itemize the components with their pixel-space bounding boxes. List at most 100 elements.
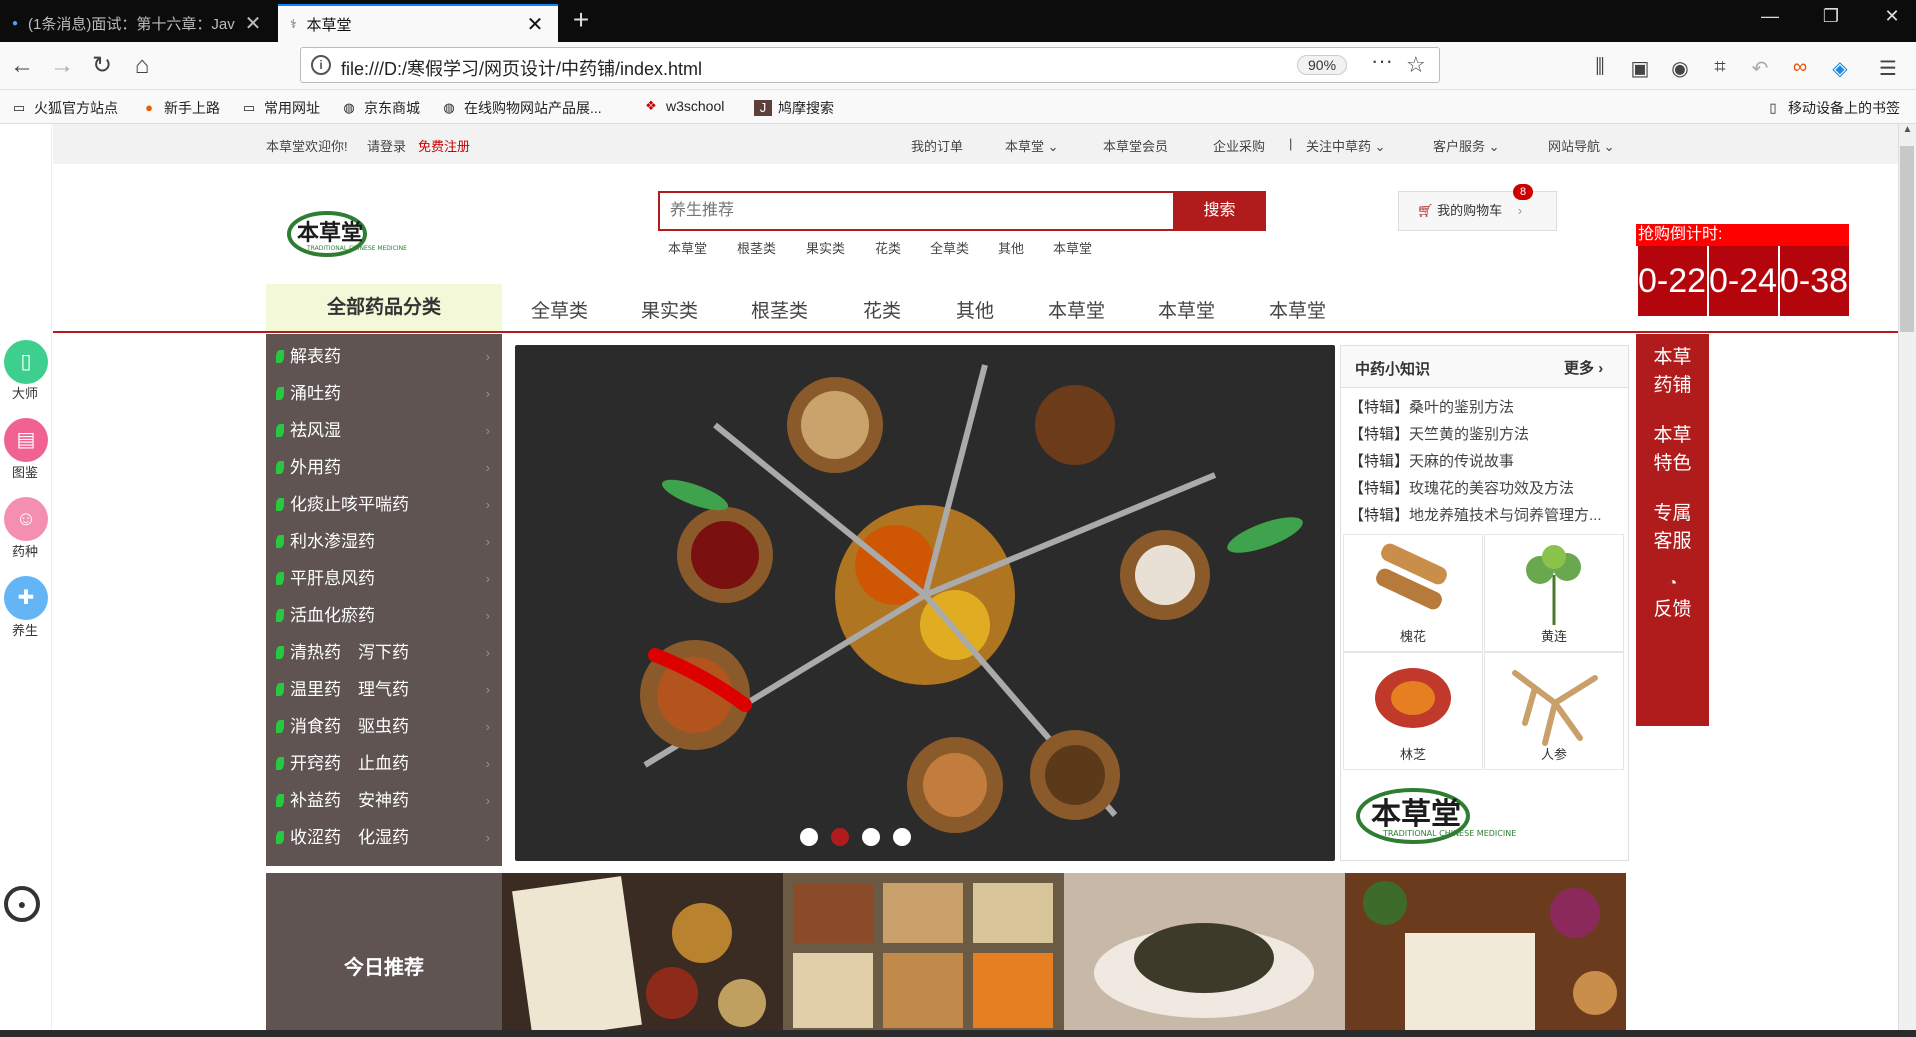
category-item[interactable]: 利水渗湿药 › bbox=[266, 523, 502, 560]
category-item[interactable]: 活血化瘀药 › bbox=[266, 597, 502, 634]
register-link[interactable]: 免费注册 bbox=[418, 136, 470, 155]
settings-dial-icon[interactable]: ● bbox=[4, 886, 40, 922]
cart-button[interactable]: 🛒︎ 我的购物车 › bbox=[1398, 191, 1557, 231]
master-icon[interactable]: ▯ bbox=[4, 340, 48, 384]
reload-icon[interactable]: ↻ bbox=[86, 50, 118, 82]
restore-icon[interactable]: ❐ bbox=[1811, 6, 1851, 27]
bookmark-item[interactable]: ▭ 常用网址 bbox=[240, 98, 320, 118]
scroll-up-icon[interactable]: ▲ bbox=[1898, 124, 1916, 146]
bookmark-item[interactable]: ◍ 在线购物网站产品展... bbox=[440, 98, 601, 118]
search-input[interactable] bbox=[660, 193, 1176, 229]
carousel-dot[interactable] bbox=[800, 828, 818, 846]
hot-link[interactable]: 其他 bbox=[998, 238, 1024, 257]
bookmark-item[interactable]: ▭ 火狐官方站点 bbox=[10, 98, 118, 118]
category-item[interactable]: 清热药 泻下药 › bbox=[266, 634, 502, 671]
minimize-icon[interactable]: — bbox=[1750, 6, 1790, 27]
close-window-icon[interactable]: ✕ bbox=[1872, 6, 1912, 27]
bencao-menu[interactable]: 本草堂 ⌄ bbox=[1005, 136, 1059, 155]
recommend-image[interactable] bbox=[783, 873, 1064, 1037]
carousel-dot[interactable] bbox=[862, 828, 880, 846]
recommend-image[interactable] bbox=[1064, 873, 1345, 1037]
sidebar-toggle-icon[interactable]: ▣ bbox=[1626, 56, 1654, 81]
recommend-image[interactable] bbox=[1345, 873, 1626, 1037]
scrollbar-thumb[interactable] bbox=[1900, 146, 1914, 332]
category-item[interactable]: 收涩药 化湿药 › bbox=[266, 819, 502, 856]
health-icon[interactable]: ✚ bbox=[4, 576, 48, 620]
category-item[interactable]: 外用药 › bbox=[266, 449, 502, 486]
url-text[interactable]: file:///D:/寒假学习/网页设计/中药铺/index.html bbox=[341, 55, 702, 81]
knowledge-item[interactable]: 【特辑】天竺黄的鉴别方法 bbox=[1349, 423, 1621, 444]
quick-link-feedback[interactable]: 反馈 bbox=[1636, 596, 1709, 624]
forward-icon[interactable]: → bbox=[46, 50, 78, 82]
account-icon[interactable]: ◉ bbox=[1666, 56, 1694, 81]
close-tab-icon[interactable]: ✕ bbox=[242, 11, 264, 36]
member-link[interactable]: 本草堂会员 bbox=[1103, 136, 1168, 155]
nav-item[interactable]: 果实类 bbox=[641, 296, 698, 323]
nav-item[interactable]: 根茎类 bbox=[751, 296, 808, 323]
bookmark-item[interactable]: ❖ w3school bbox=[642, 98, 724, 114]
orders-link[interactable]: 我的订单 bbox=[911, 136, 963, 155]
extension-icon[interactable]: ∞ bbox=[1786, 56, 1814, 79]
bookmark-item[interactable]: ● 新手上路 bbox=[140, 98, 220, 118]
category-item[interactable]: 补益药 安神药 › bbox=[266, 782, 502, 819]
page-actions-icon[interactable]: ··· bbox=[1371, 48, 1393, 74]
category-item[interactable]: 温里药 理气药 › bbox=[266, 671, 502, 708]
follow-menu[interactable]: 关注中草药 ⌄ bbox=[1306, 136, 1386, 155]
herb-species-icon[interactable]: ☺ bbox=[4, 497, 48, 541]
nav-item[interactable]: 本草堂 bbox=[1269, 296, 1326, 323]
url-bar[interactable]: i file:///D:/寒假学习/网页设计/中药铺/index.html 90… bbox=[300, 47, 1440, 83]
new-tab-button[interactable]: + bbox=[566, 4, 596, 36]
home-icon[interactable]: ⌂ bbox=[126, 50, 158, 82]
nav-item[interactable]: 本草堂 bbox=[1048, 296, 1105, 323]
banner-carousel-image[interactable] bbox=[515, 345, 1335, 861]
screenshot-icon[interactable]: ⌗ bbox=[1706, 56, 1734, 79]
nav-item[interactable]: 本草堂 bbox=[1158, 296, 1215, 323]
menu-icon[interactable]: ☰ bbox=[1874, 56, 1902, 81]
herb-tile[interactable]: 槐花 bbox=[1343, 534, 1483, 652]
category-item[interactable]: 平肝息风药 › bbox=[266, 560, 502, 597]
undo-icon[interactable]: ↶ bbox=[1746, 56, 1774, 81]
info-icon[interactable]: i bbox=[311, 55, 331, 75]
knowledge-item[interactable]: 【特辑】天麻的传说故事 bbox=[1349, 450, 1621, 471]
shield-extension-icon[interactable]: ◈ bbox=[1826, 56, 1854, 81]
knowledge-item[interactable]: 【特辑】桑叶的鉴别方法 bbox=[1349, 396, 1621, 417]
bookmark-item[interactable]: J 鸠摩搜索 bbox=[754, 98, 834, 118]
knowledge-item[interactable]: 【特辑】地龙养殖技术与饲养管理方... bbox=[1349, 504, 1621, 525]
carousel-dot[interactable] bbox=[893, 828, 911, 846]
category-item[interactable]: 涌吐药 › bbox=[266, 375, 502, 412]
recommend-image[interactable] bbox=[502, 873, 783, 1037]
back-icon[interactable]: ← bbox=[6, 50, 38, 82]
hot-link[interactable]: 花类 bbox=[875, 238, 901, 257]
mobile-bookmarks[interactable]: ▯ 移动设备上的书签 bbox=[1764, 98, 1900, 118]
category-item[interactable]: 祛风湿 › bbox=[266, 412, 502, 449]
nav-item[interactable]: 其他 bbox=[956, 296, 994, 323]
enterprise-link[interactable]: 企业采购 bbox=[1213, 136, 1265, 155]
nav-item[interactable]: 花类 bbox=[863, 296, 901, 323]
category-item[interactable]: 化痰止咳平喘药 › bbox=[266, 486, 502, 523]
category-item[interactable]: 解表药 › bbox=[266, 338, 502, 375]
atlas-icon[interactable]: ▤ bbox=[4, 418, 48, 462]
hot-link[interactable]: 根茎类 bbox=[737, 238, 776, 257]
zoom-level[interactable]: 90% bbox=[1297, 55, 1348, 75]
knowledge-item[interactable]: 【特辑】玫瑰花的美容功效及方法 bbox=[1349, 477, 1621, 498]
hot-link[interactable]: 果实类 bbox=[806, 238, 845, 257]
herb-tile[interactable]: 人参 bbox=[1484, 652, 1624, 770]
service-menu[interactable]: 客户服务 ⌄ bbox=[1433, 136, 1500, 155]
tab-bencaotang[interactable]: ⚕ 本草堂 ✕ bbox=[278, 4, 558, 42]
tab-csdn[interactable]: ● (1条消息)面试：第十六章：Jav ✕ bbox=[0, 4, 276, 42]
login-link[interactable]: 请登录 bbox=[367, 136, 406, 155]
hot-link[interactable]: 全草类 bbox=[930, 238, 969, 257]
quick-link-features[interactable]: 本草特色 bbox=[1636, 422, 1709, 478]
hot-link[interactable]: 本草堂 bbox=[668, 238, 707, 257]
close-tab-icon[interactable]: ✕ bbox=[524, 12, 546, 37]
nav-item[interactable]: 全草类 bbox=[531, 296, 588, 323]
sitenav-menu[interactable]: 网站导航 ⌄ bbox=[1548, 136, 1615, 155]
category-item[interactable]: 消食药 驱虫药 › bbox=[266, 708, 502, 745]
herb-tile[interactable]: 林芝 bbox=[1343, 652, 1483, 770]
all-categories-title[interactable]: 全部药品分类 bbox=[266, 284, 502, 332]
library-icon[interactable]: ⫼ bbox=[1586, 56, 1614, 79]
search-button[interactable]: 搜索 bbox=[1173, 191, 1266, 231]
site-logo[interactable]: 本草堂 TRADITIONAL CHINESE MEDICINE bbox=[285, 206, 471, 258]
quick-link-service[interactable]: 专属客服 bbox=[1636, 500, 1709, 556]
quick-link-pharmacy[interactable]: 本草药铺 bbox=[1636, 344, 1709, 400]
